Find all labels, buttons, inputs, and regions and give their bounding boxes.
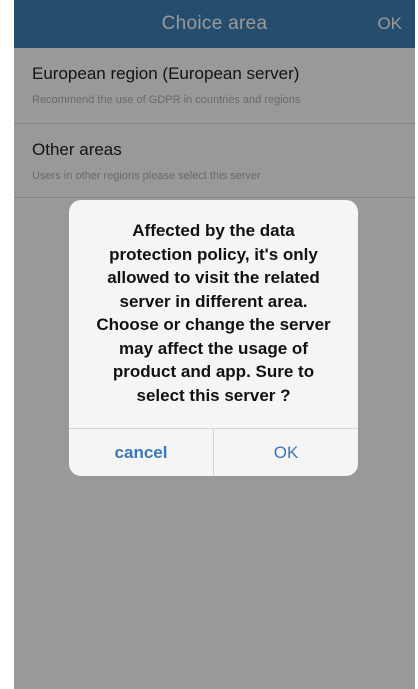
dialog-message-line: select this server ? xyxy=(136,385,291,405)
confirm-ok-button[interactable]: OK xyxy=(214,429,358,476)
dialog-actions: cancel OK xyxy=(69,428,358,476)
cancel-button[interactable]: cancel xyxy=(69,429,214,476)
app-screen: Choice area OK European region (European… xyxy=(14,0,415,689)
dialog-message-line: Choose or change the server xyxy=(96,315,331,334)
dialog-message-line: protection policy, it's only xyxy=(109,244,318,264)
dialog-message-line: allowed to visit the related xyxy=(107,268,320,287)
dialog-message-line: product and app. Sure to xyxy=(112,362,315,381)
confirm-dialog: Affected by the data protection policy, … xyxy=(69,200,358,476)
dialog-message-line: server in different area. xyxy=(119,291,308,311)
dialog-message-line: may affect the usage of xyxy=(119,338,308,358)
dialog-message: Affected by the data protection policy, … xyxy=(83,219,344,407)
dialog-message-line: Affected by the data xyxy=(132,221,295,240)
